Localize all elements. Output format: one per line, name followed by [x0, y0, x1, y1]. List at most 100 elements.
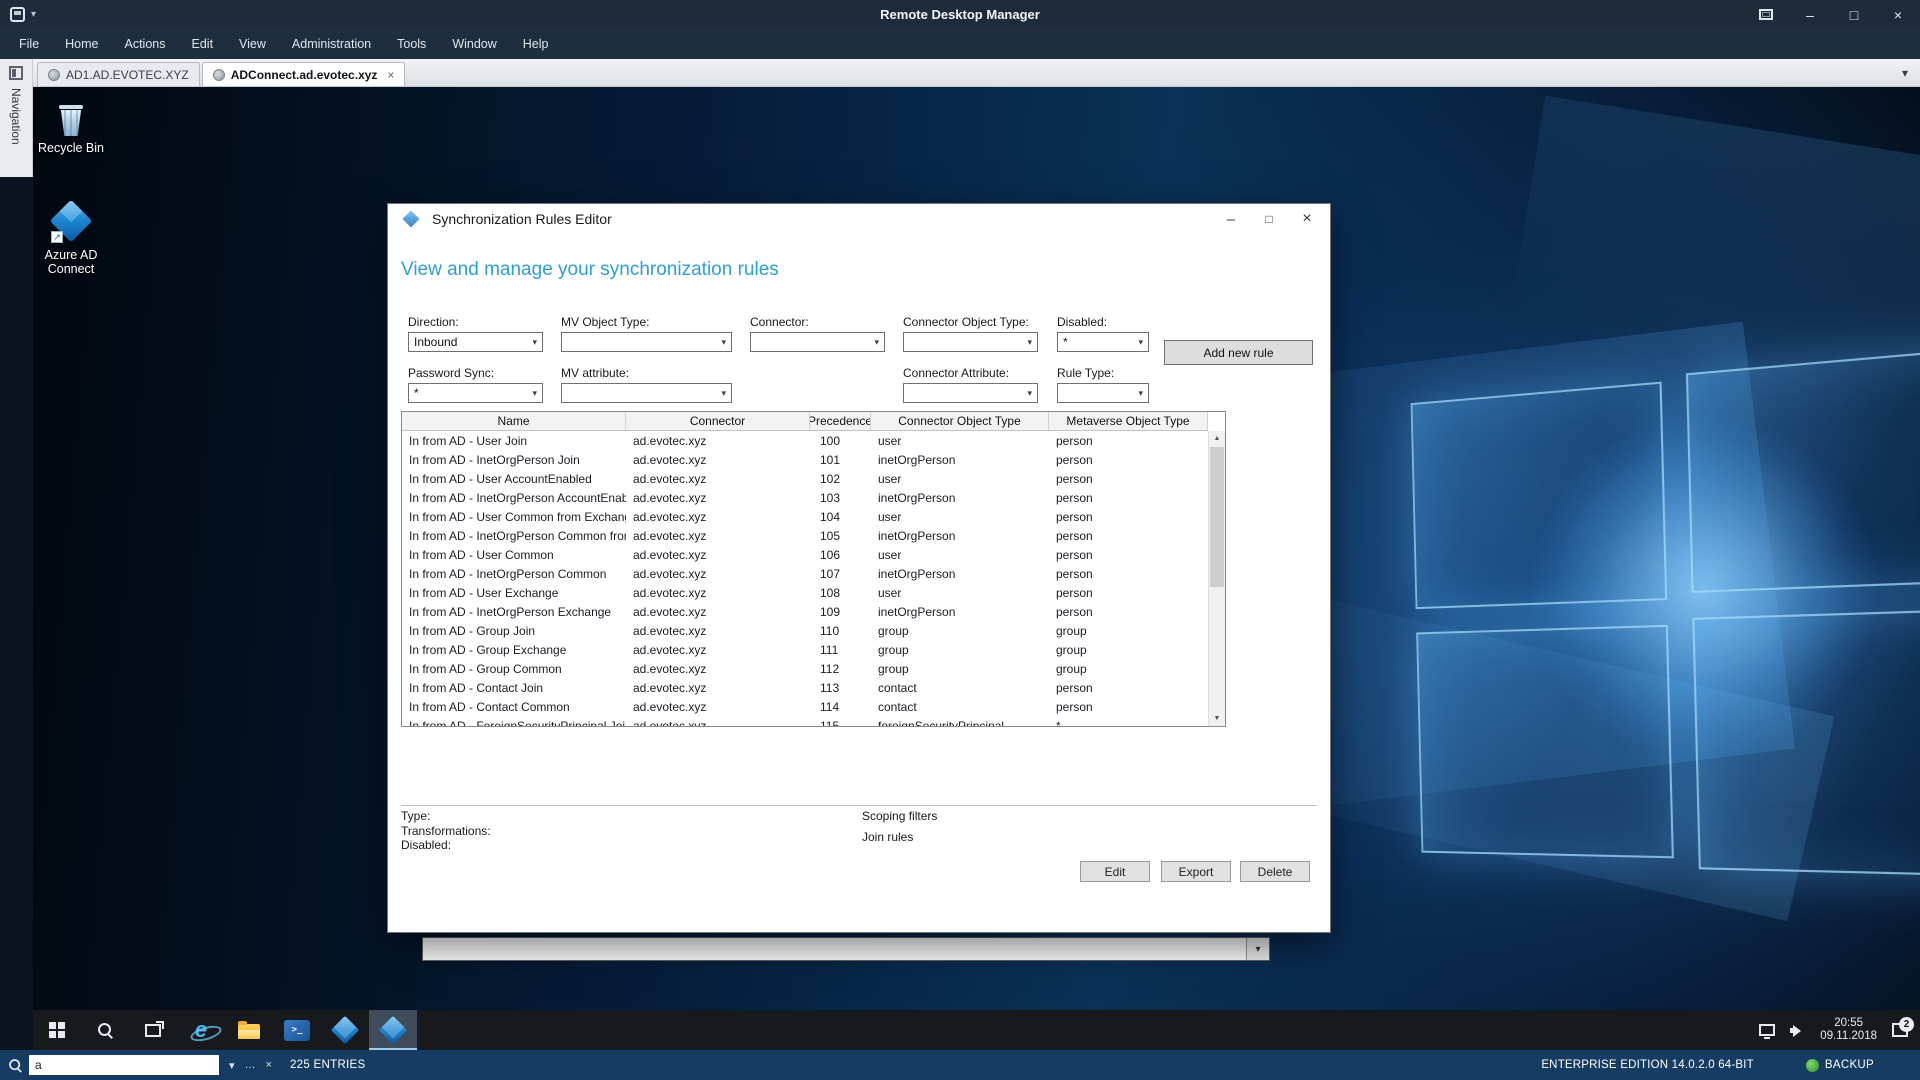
clear-search-icon[interactable]: × [266, 1059, 272, 1071]
rule-type-dropdown[interactable]: ▾ [1057, 383, 1149, 403]
search-button[interactable] [81, 1010, 129, 1050]
disabled-dropdown[interactable]: *▾ [1057, 332, 1149, 352]
menu-item[interactable]: Window [439, 29, 509, 59]
tab-adconnect[interactable]: ADConnect.ad.evotec.xyz × [202, 62, 406, 86]
edit-button[interactable]: Edit [1080, 861, 1150, 882]
cell-metaverse-object-type: person [1049, 488, 1208, 507]
delete-button[interactable]: Delete [1240, 861, 1310, 882]
export-button[interactable]: Export [1161, 861, 1231, 882]
background-combobox[interactable]: ▾ [422, 937, 1270, 961]
backup-label[interactable]: BACKUP [1825, 1059, 1874, 1071]
type-label: Type: [401, 809, 430, 823]
menu-item[interactable]: Actions [112, 29, 179, 59]
powershell-icon: >_ [284, 1020, 310, 1041]
table-row[interactable]: In from AD - User AccountEnabled ad.evot… [402, 469, 1208, 488]
table-row[interactable]: In from AD - Group Exchange ad.evotec.xy… [402, 640, 1208, 659]
powershell-button[interactable]: >_ [273, 1010, 321, 1050]
close-button[interactable]: × [1876, 0, 1920, 29]
minimize-button[interactable]: – [1788, 0, 1832, 29]
maximize-button[interactable]: □ [1832, 0, 1876, 29]
connector-object-type-dropdown[interactable]: ▾ [903, 332, 1038, 352]
internet-explorer-button[interactable]: e [177, 1010, 225, 1050]
password-sync-dropdown[interactable]: *▾ [408, 383, 543, 403]
connector-attribute-dropdown[interactable]: ▾ [903, 383, 1038, 403]
column-header-name[interactable]: Name [402, 412, 626, 430]
start-button[interactable] [33, 1010, 81, 1050]
fullscreen-button[interactable] [1744, 0, 1788, 29]
mv-attribute-dropdown[interactable]: ▾ [561, 383, 732, 403]
table-row[interactable]: In from AD - InetOrgPerson AccountEnable… [402, 488, 1208, 507]
more-options-icon[interactable]: … [245, 1059, 256, 1071]
sync-rules-editor-taskbar-button[interactable] [369, 1010, 417, 1050]
column-header-connector[interactable]: Connector [626, 412, 810, 430]
menu-item[interactable]: Administration [279, 29, 384, 59]
table-row[interactable]: In from AD - Contact Common ad.evotec.xy… [402, 697, 1208, 716]
action-center-icon[interactable]: 2 [1892, 1023, 1908, 1037]
task-view-button[interactable] [129, 1010, 177, 1050]
cell-precedence: 104 [810, 507, 871, 526]
table-row[interactable]: In from AD - InetOrgPerson Common from E… [402, 526, 1208, 545]
chevron-down-icon[interactable]: ▾ [31, 9, 36, 20]
cell-connector: ad.evotec.xyz [626, 507, 810, 526]
table-row[interactable]: In from AD - User Exchange ad.evotec.xyz… [402, 583, 1208, 602]
menu-item[interactable]: Tools [384, 29, 439, 59]
chevron-down-icon[interactable]: ▾ [1246, 938, 1269, 960]
cell-metaverse-object-type: person [1049, 450, 1208, 469]
status-search-input[interactable] [29, 1055, 219, 1075]
cell-metaverse-object-type: person [1049, 697, 1208, 716]
cell-precedence: 108 [810, 583, 871, 602]
azure-ad-connect-taskbar-button[interactable] [321, 1010, 369, 1050]
network-icon[interactable] [1759, 1024, 1775, 1036]
cell-connector-object-type: user [871, 583, 1049, 602]
table-row[interactable]: In from AD - InetOrgPerson Exchange ad.e… [402, 602, 1208, 621]
navigation-tab[interactable]: Navigation [0, 59, 33, 177]
scrollbar-thumb[interactable] [1210, 447, 1224, 587]
menu-item[interactable]: View [226, 29, 279, 59]
table-row[interactable]: In from AD - ForeignSecurityPrincipal Jo… [402, 716, 1208, 726]
add-new-rule-button[interactable]: Add new rule [1164, 340, 1313, 365]
volume-icon[interactable] [1790, 1024, 1805, 1037]
table-row[interactable]: In from AD - Group Common ad.evotec.xyz … [402, 659, 1208, 678]
cell-connector: ad.evotec.xyz [626, 621, 810, 640]
table-row[interactable]: In from AD - User Common ad.evotec.xyz 1… [402, 545, 1208, 564]
recycle-bin-icon [58, 105, 84, 136]
menu-item[interactable]: Help [510, 29, 562, 59]
taskbar-clock[interactable]: 20:55 09.11.2018 [1820, 1017, 1877, 1043]
app-icon[interactable] [10, 7, 25, 22]
menu-item[interactable]: Home [52, 29, 111, 59]
dialog-minimize-button[interactable]: – [1212, 208, 1250, 230]
dialog-maximize-button[interactable]: □ [1250, 208, 1288, 230]
column-header-connector-object-type[interactable]: Connector Object Type [871, 412, 1049, 430]
column-header-metaverse-object-type[interactable]: Metaverse Object Type [1049, 412, 1208, 430]
file-explorer-button[interactable] [225, 1010, 273, 1050]
recycle-bin-desktop-icon[interactable]: Recycle Bin [33, 105, 113, 155]
chevron-down-icon[interactable]: ▾ [229, 1059, 235, 1072]
connector-dropdown[interactable]: ▾ [750, 332, 885, 352]
table-scrollbar[interactable]: ▲ ▼ [1208, 431, 1225, 726]
table-row[interactable]: In from AD - InetOrgPerson Join ad.evote… [402, 450, 1208, 469]
cell-name: In from AD - Contact Join [402, 678, 626, 697]
tab-close-icon[interactable]: × [387, 68, 394, 82]
scroll-up-icon[interactable]: ▲ [1209, 431, 1225, 446]
scroll-down-icon[interactable]: ▼ [1209, 711, 1225, 726]
dialog-titlebar[interactable]: Synchronization Rules Editor – □ × [388, 204, 1330, 234]
menu-item[interactable]: File [6, 29, 52, 59]
direction-dropdown[interactable]: Inbound▾ [408, 332, 543, 352]
navigation-strip: Navigation [0, 59, 33, 1050]
table-row[interactable]: In from AD - Group Join ad.evotec.xyz 11… [402, 621, 1208, 640]
divider [401, 805, 1317, 806]
azure-ad-connect-desktop-icon[interactable]: ↗ Azure AD Connect [33, 199, 113, 276]
cell-name: In from AD - InetOrgPerson AccountEnable… [402, 488, 626, 507]
tab-ad1[interactable]: AD1.AD.EVOTEC.XYZ [37, 62, 200, 86]
table-row[interactable]: In from AD - InetOrgPerson Common ad.evo… [402, 564, 1208, 583]
column-header-precedence[interactable]: Precedence [810, 412, 871, 430]
table-row[interactable]: In from AD - User Join ad.evotec.xyz 100… [402, 431, 1208, 450]
mv-object-type-dropdown[interactable]: ▾ [561, 332, 732, 352]
cell-connector-object-type: user [871, 431, 1049, 450]
tab-overflow-icon[interactable]: ▾ [1902, 66, 1908, 80]
menu-item[interactable]: Edit [179, 29, 227, 59]
dialog-close-button[interactable]: × [1288, 208, 1326, 230]
table-row[interactable]: In from AD - User Common from Exchange a… [402, 507, 1208, 526]
system-tray: 20:55 09.11.2018 2 [1759, 1010, 1920, 1050]
table-row[interactable]: In from AD - Contact Join ad.evotec.xyz … [402, 678, 1208, 697]
